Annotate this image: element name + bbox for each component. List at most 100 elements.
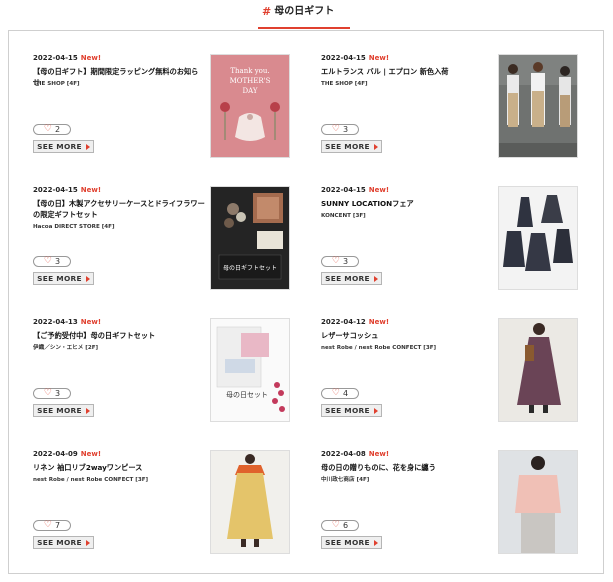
- like-button[interactable]: ♡ 3: [321, 256, 359, 267]
- news-date: 2022-04-15: [33, 54, 78, 62]
- section-title-wrap: # 母の日ギフト: [262, 6, 334, 18]
- news-title[interactable]: レザーサコッシュ: [321, 330, 493, 341]
- news-card: 2022-04-15 New! 【母の日ギフト】期間限定ラッピング無料のお知らせ …: [33, 54, 293, 162]
- shop-name[interactable]: Hacoa DIRECT STORE [4F]: [33, 223, 115, 231]
- new-badge: New!: [368, 318, 390, 326]
- date-line: 2022-04-15 New!: [33, 186, 101, 195]
- section-title: 母の日ギフト: [274, 6, 335, 17]
- svg-text:MOTHER'S: MOTHER'S: [230, 77, 271, 85]
- news-card: 2022-04-09 New! リネン 袖口リブ2wayワンピース nest Ro…: [33, 450, 293, 558]
- news-card: 2022-04-08 New! 母の日の贈りものに、花を身に纏う 中川政七商店 […: [321, 450, 581, 558]
- news-panel: 2022-04-15 New! 【母の日ギフト】期間限定ラッピング無料のお知らせ …: [8, 30, 604, 574]
- like-button[interactable]: ♡ 4: [321, 388, 359, 399]
- like-count: 2: [54, 125, 61, 134]
- shop-name[interactable]: nest Robe / nest Robe CONFECT [3F]: [33, 476, 148, 484]
- news-date: 2022-04-08: [321, 450, 366, 458]
- see-more-button[interactable]: SEE MORE: [321, 536, 382, 549]
- news-title[interactable]: SUNNY LOCATIONフェア: [321, 198, 493, 209]
- section-header: # 母の日ギフト: [0, 0, 613, 30]
- news-card: 2022-04-12 New! レザーサコッシュ nest Robe / nest…: [321, 318, 581, 426]
- shop-name[interactable]: KONCENT [3F]: [321, 212, 366, 220]
- see-more-label: SEE MORE: [325, 538, 370, 547]
- arrow-right-icon: [85, 539, 90, 546]
- news-date: 2022-04-15: [33, 186, 78, 194]
- news-thumbnail[interactable]: [210, 450, 290, 554]
- like-count: 6: [342, 521, 349, 530]
- date-line: 2022-04-12 New!: [321, 318, 389, 327]
- new-badge: New!: [368, 186, 390, 194]
- shop-name[interactable]: THE SHOP [4F]: [321, 80, 368, 88]
- news-title[interactable]: エルトランス バル | エプロン 新色入荷: [321, 66, 493, 77]
- news-title[interactable]: 【ご予約受付中】母の日ギフトセット: [33, 330, 205, 341]
- like-button[interactable]: ♡ 6: [321, 520, 359, 531]
- shop-name[interactable]: 伊織／シン・エヒメ [2F]: [33, 344, 98, 352]
- gift-set-photo-image: 母の日ギフトセット: [211, 187, 289, 289]
- news-thumbnail[interactable]: [498, 318, 578, 422]
- date-line: 2022-04-09 New!: [33, 450, 101, 459]
- see-more-button[interactable]: SEE MORE: [321, 404, 382, 417]
- see-more-button[interactable]: SEE MORE: [321, 272, 382, 285]
- heart-icon: ♡: [331, 520, 340, 530]
- shop-name[interactable]: 中川政七商店 [4F]: [321, 476, 369, 484]
- news-thumbnail[interactable]: [498, 186, 578, 290]
- arrow-right-icon: [373, 407, 378, 414]
- heart-icon: ♡: [43, 520, 52, 530]
- leather-sacoche-photo-image: [499, 319, 577, 421]
- like-count: 3: [342, 257, 349, 266]
- new-badge: New!: [368, 450, 390, 458]
- heart-icon: ♡: [331, 124, 340, 134]
- news-thumbnail[interactable]: [498, 450, 578, 554]
- like-count: 3: [54, 257, 61, 266]
- news-thumbnail[interactable]: [498, 54, 578, 158]
- heart-icon: ♡: [43, 256, 52, 266]
- news-card: 2022-04-15 New! SUNNY LOCATIONフェア KONCENT…: [321, 186, 581, 294]
- arrow-right-icon: [85, 143, 90, 150]
- news-thumbnail[interactable]: Thank you. MOTHER'S DAY: [210, 54, 290, 158]
- shop-name[interactable]: nest Robe / nest Robe CONFECT [3F]: [321, 344, 436, 352]
- date-line: 2022-04-15 New!: [33, 54, 101, 63]
- shop-name[interactable]: THE SHOP [4F]: [33, 80, 80, 88]
- heart-icon: ♡: [43, 388, 52, 398]
- see-more-label: SEE MORE: [325, 142, 370, 151]
- see-more-label: SEE MORE: [37, 142, 82, 151]
- news-date: 2022-04-13: [33, 318, 78, 326]
- arrow-right-icon: [373, 539, 378, 546]
- like-count: 4: [342, 389, 349, 398]
- like-button[interactable]: ♡ 3: [321, 124, 359, 135]
- new-badge: New!: [80, 450, 102, 458]
- news-thumbnail[interactable]: 母の日セット: [210, 318, 290, 422]
- like-button[interactable]: ♡ 7: [33, 520, 71, 531]
- like-button[interactable]: ♡ 3: [33, 388, 71, 399]
- heart-icon: ♡: [43, 124, 52, 134]
- apron-photo-image: [499, 55, 577, 157]
- arrow-right-icon: [373, 143, 378, 150]
- like-button[interactable]: ♡ 2: [33, 124, 71, 135]
- like-count: 7: [54, 521, 61, 530]
- see-more-label: SEE MORE: [325, 406, 370, 415]
- flower-blouse-photo-image: [499, 451, 577, 553]
- see-more-button[interactable]: SEE MORE: [33, 536, 94, 549]
- arrow-right-icon: [85, 275, 90, 282]
- date-line: 2022-04-13 New!: [33, 318, 101, 327]
- svg-text:Thank you.: Thank you.: [230, 67, 269, 75]
- news-title[interactable]: リネン 袖口リブ2wayワンピース: [33, 462, 205, 473]
- news-date: 2022-04-09: [33, 450, 78, 458]
- news-date: 2022-04-15: [321, 54, 366, 62]
- news-title[interactable]: 【母の日】木製アクセサリーケースとドライフラワーの限定ギフトセット: [33, 198, 205, 220]
- mothers-day-card-image: Thank you. MOTHER'S DAY: [211, 55, 289, 157]
- svg-text:母の日セット: 母の日セット: [226, 391, 268, 399]
- see-more-button[interactable]: SEE MORE: [33, 404, 94, 417]
- gift-leaflet-image: 母の日セット: [211, 319, 289, 421]
- see-more-button[interactable]: SEE MORE: [33, 272, 94, 285]
- see-more-button[interactable]: SEE MORE: [321, 140, 382, 153]
- heart-icon: ♡: [331, 388, 340, 398]
- news-title[interactable]: 母の日の贈りものに、花を身に纏う: [321, 462, 493, 473]
- see-more-button[interactable]: SEE MORE: [33, 140, 94, 153]
- news-thumbnail[interactable]: 母の日ギフトセット: [210, 186, 290, 290]
- svg-text:母の日ギフトセット: 母の日ギフトセット: [223, 265, 277, 272]
- see-more-label: SEE MORE: [37, 406, 82, 415]
- like-button[interactable]: ♡ 3: [33, 256, 71, 267]
- new-badge: New!: [80, 318, 102, 326]
- like-count: 3: [342, 125, 349, 134]
- arrow-right-icon: [85, 407, 90, 414]
